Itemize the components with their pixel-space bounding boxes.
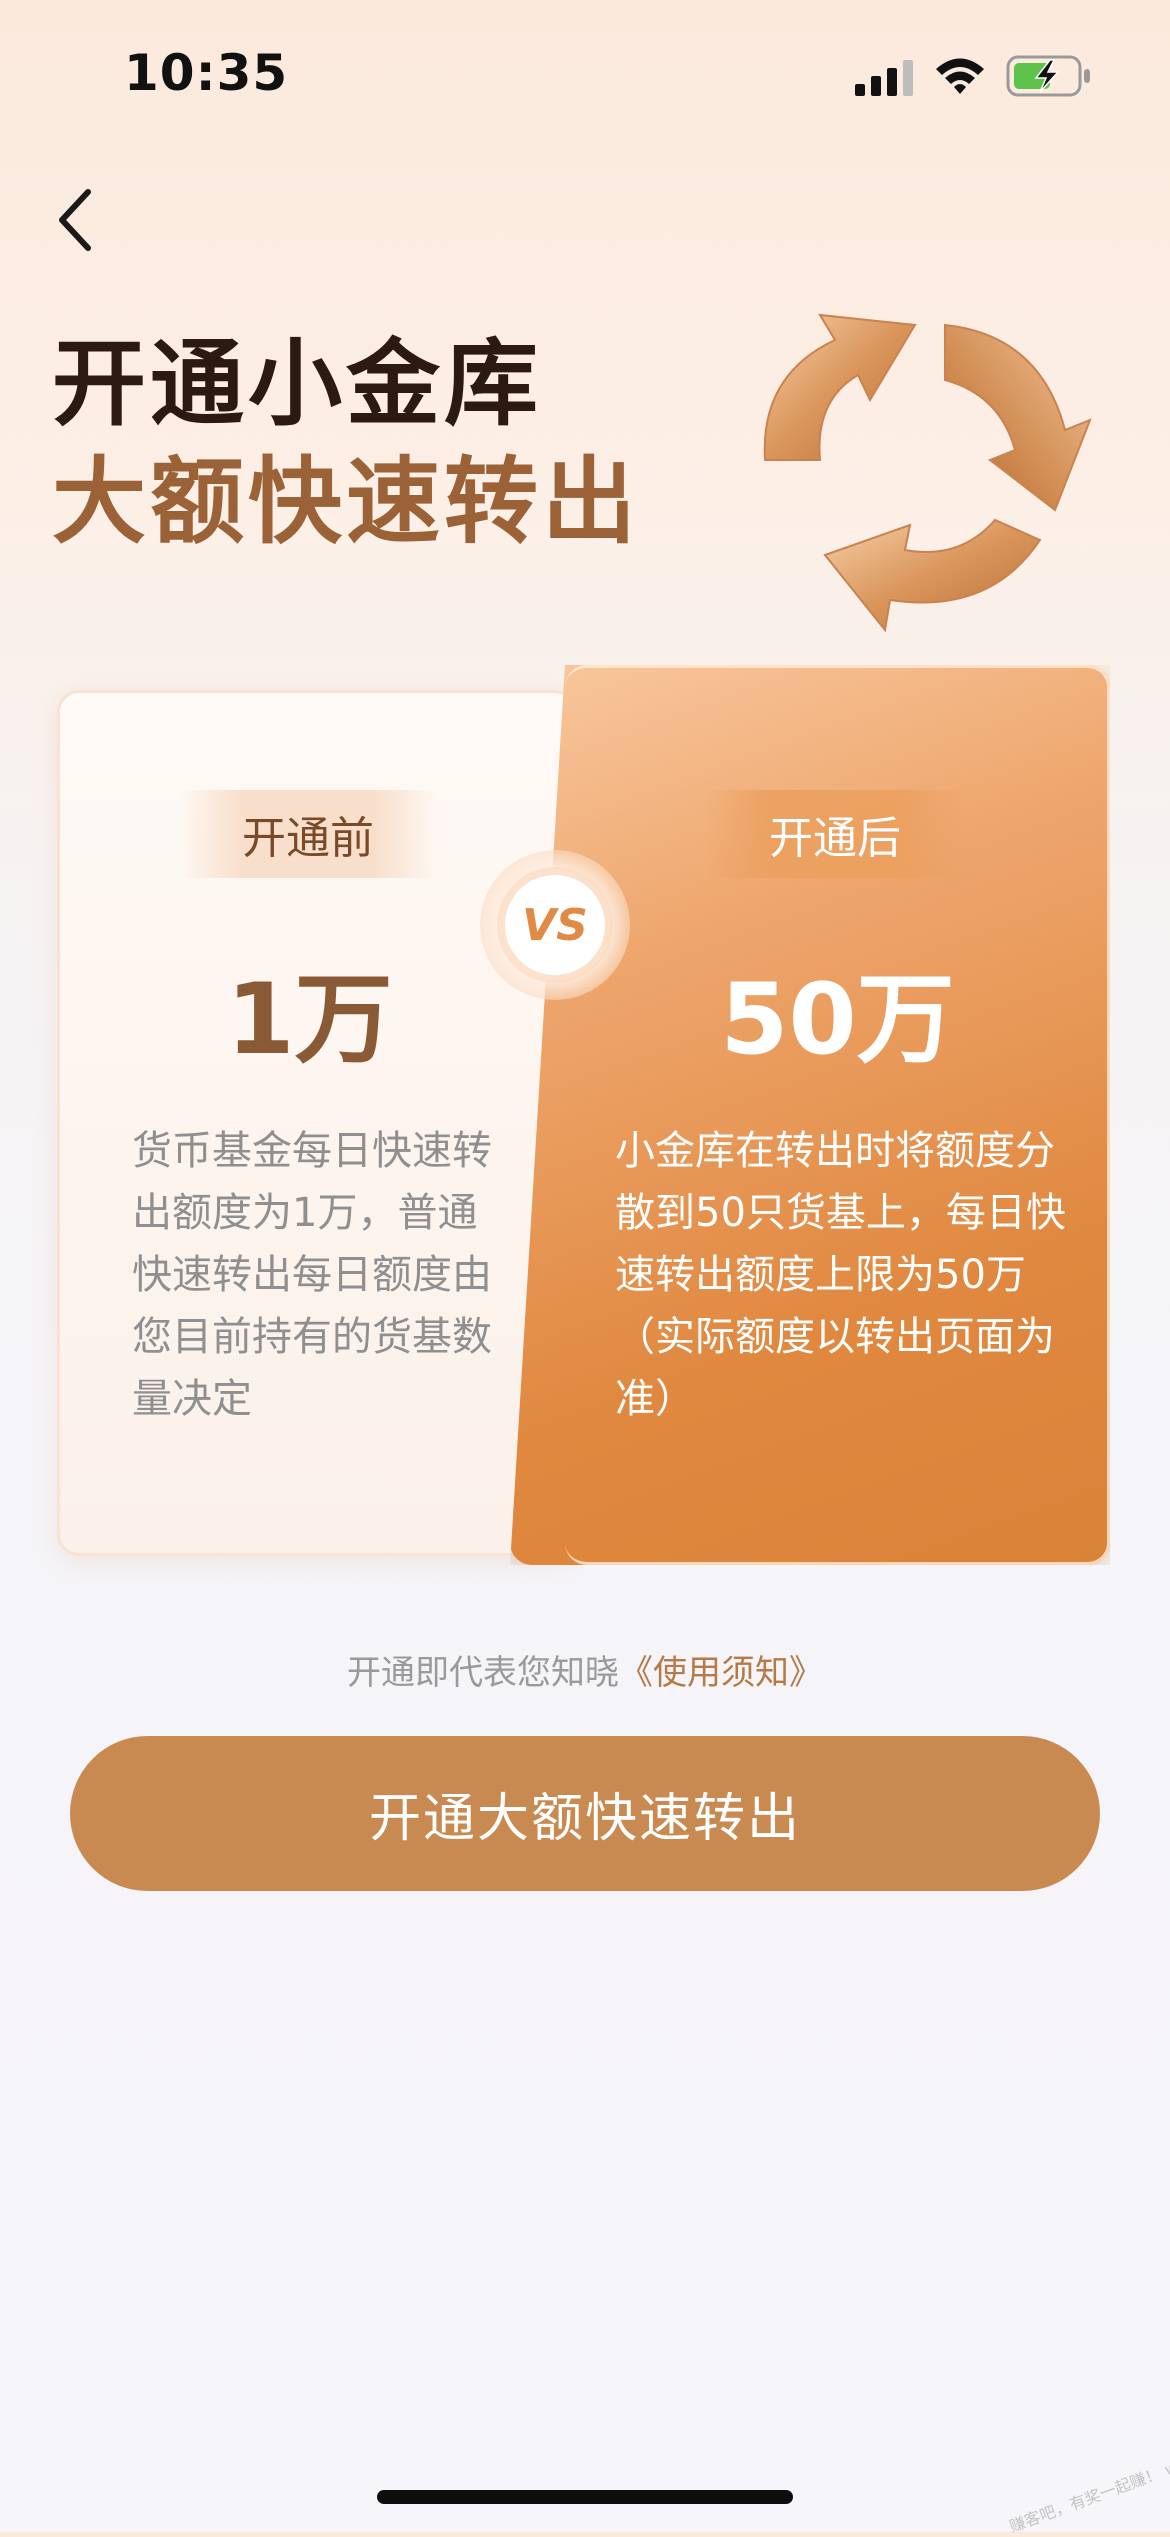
home-indicator — [377, 2490, 793, 2504]
limit-value-after: 50万 — [720, 963, 955, 1077]
recycle-arrows-icon — [763, 313, 1092, 633]
battery-charging-icon — [1006, 55, 1090, 97]
watermark: 赚客吧，有奖一起赚！ www.zuanke8.com — [1006, 2410, 1170, 2537]
agreement-text: 开通即代表您知晓 — [347, 1653, 619, 1693]
hero-title-line2: 大额快速转出 — [52, 448, 641, 557]
description-after: 小金库在转出时将额度分散到50只货基上，每日快速转出额度上限为50万（实际额度以… — [615, 1128, 1066, 1422]
wifi-icon — [936, 58, 984, 94]
limit-value-before: 1万 — [226, 963, 393, 1077]
terms-link[interactable]: 《使用须知》 — [619, 1653, 823, 1693]
activate-fast-transfer-button[interactable]: 开通大额快速转出 — [70, 1736, 1100, 1891]
description-before: 货币基金每日快速转出额度为1万，普通快速转出每日额度由您目前持有的货基数量决定 — [132, 1128, 492, 1422]
badge-after: 开通后 — [705, 790, 965, 878]
chevron-left-icon — [59, 189, 91, 251]
status-bar: 10:35 — [0, 0, 1170, 150]
agreement-notice: 开通即代表您知晓《使用须知》 — [0, 1645, 1170, 1694]
badge-before: 开通前 — [178, 790, 438, 878]
cellular-signal-icon — [855, 60, 913, 96]
hero-title-line1: 开通小金库 — [52, 330, 543, 439]
back-button[interactable] — [34, 170, 134, 270]
status-time: 10:35 — [124, 44, 289, 102]
